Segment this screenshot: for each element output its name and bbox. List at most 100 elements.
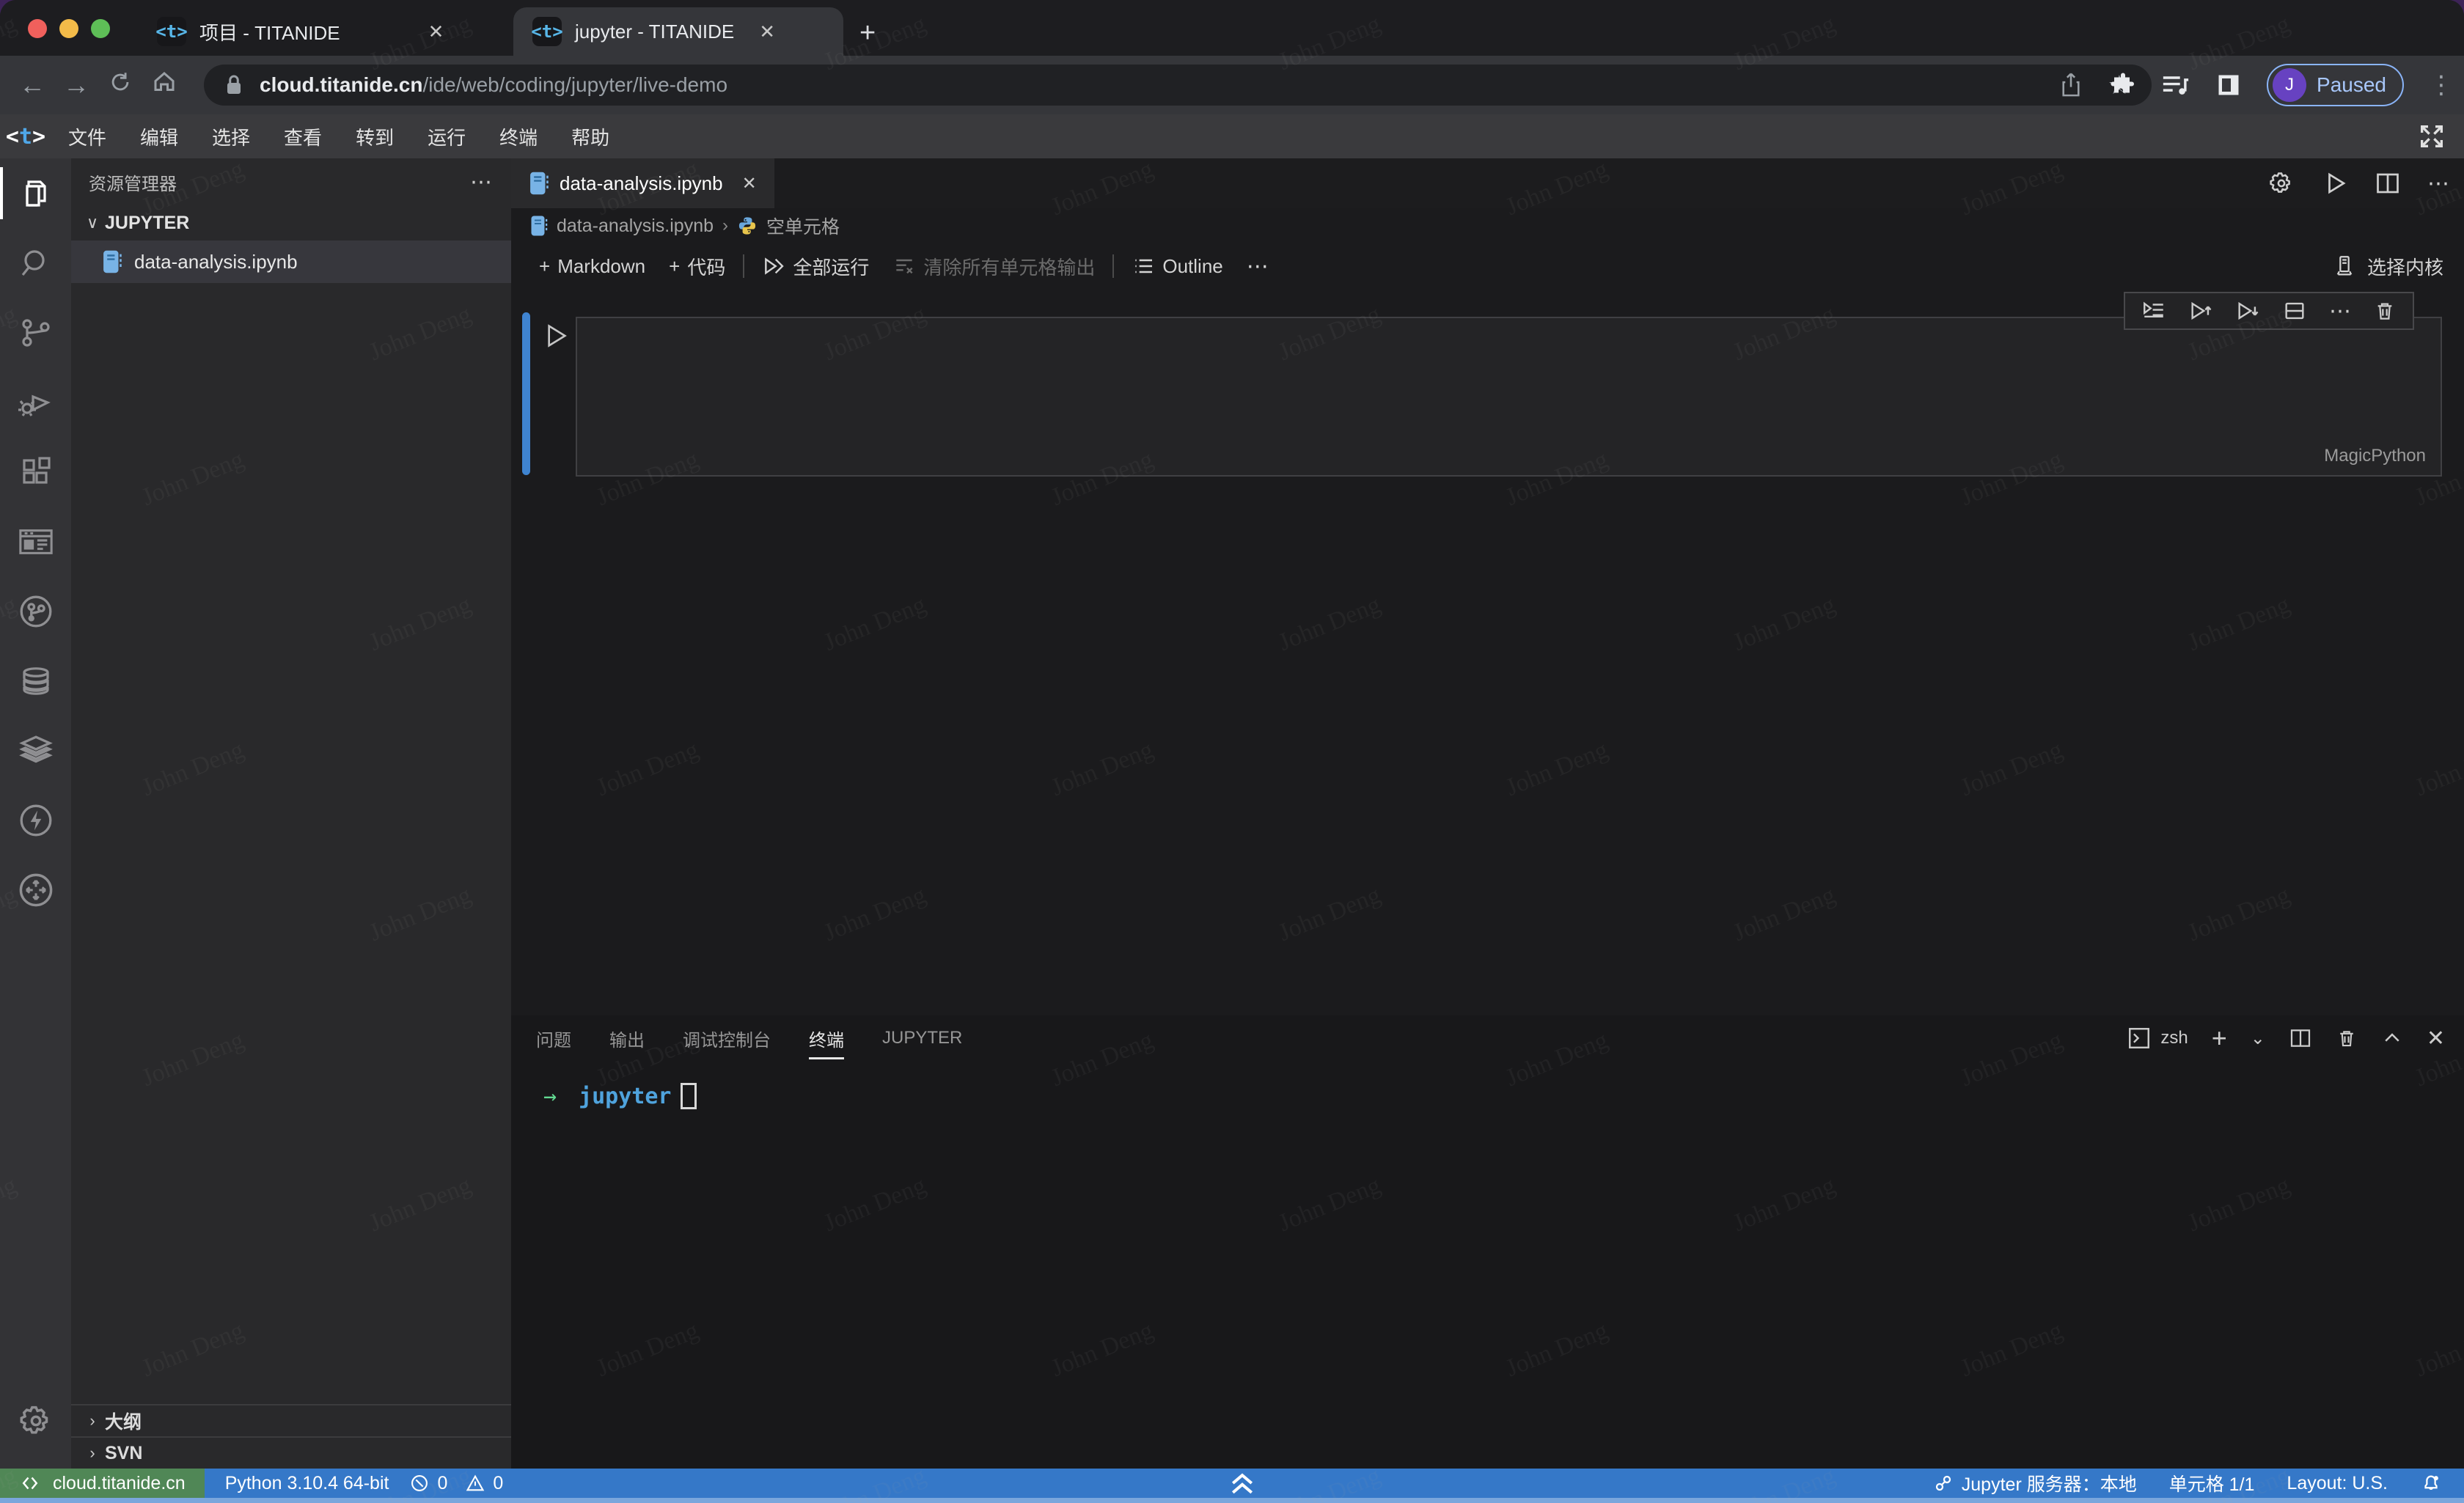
menu-file[interactable]: 文件: [51, 114, 123, 158]
run-below-icon[interactable]: [2235, 298, 2260, 323]
explorer-more-icon[interactable]: ⋯: [470, 169, 494, 195]
terminal-dropdown-icon[interactable]: ⌄: [2251, 1028, 2265, 1049]
editor-tab-notebook[interactable]: data-analysis.ipynb ✕: [511, 158, 774, 208]
activitybar-settings[interactable]: [0, 1386, 71, 1455]
close-tab-icon[interactable]: ✕: [428, 21, 444, 43]
split-editor-icon[interactable]: [2375, 170, 2401, 196]
maximize-panel-icon[interactable]: [2381, 1027, 2403, 1049]
cell-editor[interactable]: MagicPython: [576, 317, 2442, 477]
outline-button[interactable]: Outline: [1120, 243, 1234, 289]
run-above-icon[interactable]: [2188, 298, 2213, 323]
toolbar-more-icon[interactable]: ⋯: [1235, 243, 1280, 289]
remote-indicator[interactable]: cloud.titanide.cn: [0, 1469, 205, 1498]
panel-tab-debug-console[interactable]: 调试控制台: [683, 1015, 771, 1061]
menu-terminal[interactable]: 终端: [483, 114, 554, 158]
panel-tab-jupyter[interactable]: JUPYTER: [882, 1015, 962, 1061]
profile-button[interactable]: J Paused: [2267, 64, 2404, 106]
panel-tab-terminal[interactable]: 终端: [809, 1015, 844, 1061]
menu-help[interactable]: 帮助: [554, 114, 626, 158]
chrome-menu-icon[interactable]: ⋮: [2429, 70, 2454, 100]
browser-tab-jupyter[interactable]: <t> jupyter - TITANIDE ✕: [513, 7, 843, 56]
reload-icon[interactable]: [98, 70, 142, 101]
sidebar-section-outline[interactable]: › 大纲: [71, 1404, 511, 1436]
jupyter-server-indicator[interactable]: Jupyter 服务器：本地: [1932, 1470, 2137, 1496]
home-icon[interactable]: [142, 69, 186, 102]
add-markdown-button[interactable]: +Markdown: [527, 243, 657, 289]
add-code-button[interactable]: +代码: [657, 243, 737, 289]
split-cell-icon[interactable]: [2282, 298, 2307, 323]
button-label: 全部运行: [793, 253, 869, 280]
browser-tab-project[interactable]: <t> 项目 - TITANIDE ✕: [138, 7, 490, 56]
panel-tab-output[interactable]: 输出: [609, 1015, 645, 1061]
plus-icon: +: [539, 255, 550, 278]
activitybar-layers[interactable]: [0, 716, 71, 785]
notebook-settings-gear-icon[interactable]: [2267, 169, 2295, 197]
activitybar-database[interactable]: [0, 646, 71, 716]
share-icon[interactable]: [2059, 72, 2083, 98]
breadcrumb[interactable]: data-analysis.ipynb › 空单元格: [511, 208, 2464, 243]
select-kernel-button[interactable]: 选择内核: [2332, 243, 2443, 289]
panel-hint-chevrons[interactable]: [1226, 1469, 1258, 1498]
terminal-prompt-line[interactable]: → jupyter: [543, 1083, 697, 1109]
layout-panel-icon: [18, 526, 54, 558]
file-name: data-analysis.ipynb: [134, 251, 298, 273]
menu-view[interactable]: 查看: [267, 114, 339, 158]
activitybar-source-control[interactable]: [0, 298, 71, 367]
notifications-bell[interactable]: [2420, 1472, 2442, 1494]
sidebar-section-svn[interactable]: › SVN: [71, 1436, 511, 1469]
thunder-icon: [18, 802, 54, 839]
new-tab-button[interactable]: +: [859, 18, 876, 49]
close-window-button[interactable]: [28, 19, 47, 38]
extensions-puzzle-icon[interactable]: [2110, 72, 2136, 98]
layout-indicator[interactable]: Layout: U.S.: [2287, 1473, 2388, 1494]
close-panel-icon[interactable]: ✕: [2427, 1026, 2445, 1051]
menu-selection[interactable]: 选择: [195, 114, 267, 158]
shell-badge[interactable]: zsh: [2127, 1026, 2188, 1051]
source-control-icon: [18, 315, 54, 350]
panel-tab-problems[interactable]: 问题: [536, 1015, 571, 1061]
zoom-window-button[interactable]: [91, 19, 110, 38]
run-notebook-icon[interactable]: [2322, 170, 2348, 196]
python-version[interactable]: Python 3.10.4 64-bit: [225, 1473, 389, 1494]
kill-terminal-icon[interactable]: [2336, 1026, 2358, 1050]
back-icon[interactable]: ←: [10, 70, 54, 100]
traffic-lights[interactable]: [28, 19, 110, 38]
split-terminal-icon[interactable]: [2289, 1026, 2312, 1050]
arrows-spread-icon: [17, 871, 55, 909]
delete-cell-icon[interactable]: [2373, 298, 2397, 323]
breadcrumb-cell[interactable]: 空单元格: [766, 213, 840, 239]
address-bar[interactable]: cloud.titanide.cn/ide/web/coding/jupyter…: [204, 65, 2152, 106]
activitybar-explorer[interactable]: [0, 158, 71, 228]
editor-more-icon[interactable]: ⋯: [2427, 171, 2449, 196]
cell-indicator[interactable]: 单元格 1/1: [2169, 1470, 2255, 1496]
menu-edit[interactable]: 编辑: [123, 114, 195, 158]
forward-icon[interactable]: →: [54, 70, 98, 100]
activitybar-search[interactable]: [0, 228, 71, 298]
activitybar-spread[interactable]: [0, 855, 71, 925]
close-editor-tab-icon[interactable]: ✕: [742, 173, 757, 194]
new-terminal-icon[interactable]: +: [2212, 1023, 2227, 1054]
cell-more-icon[interactable]: ⋯: [2329, 298, 2351, 324]
sidebar-toggle-icon[interactable]: [2215, 72, 2242, 98]
run-all-button[interactable]: 全部运行: [750, 243, 881, 289]
media-controls-icon[interactable]: [2161, 72, 2190, 98]
activitybar-thunder[interactable]: [0, 785, 71, 855]
menu-run[interactable]: 运行: [411, 114, 483, 158]
breadcrumb-file[interactable]: data-analysis.ipynb: [557, 216, 714, 237]
cell-language-indicator[interactable]: MagicPython: [2324, 446, 2426, 466]
activitybar-remote-hub[interactable]: [0, 576, 71, 646]
problems-summary[interactable]: 0 0: [409, 1473, 503, 1494]
remote-hub-icon: [18, 593, 54, 630]
fullscreen-icon[interactable]: [2417, 122, 2446, 151]
explorer-section-jupyter[interactable]: ∨ JUPYTER: [71, 205, 511, 240]
menu-goto[interactable]: 转到: [339, 114, 411, 158]
activitybar-run-debug[interactable]: [0, 367, 71, 437]
activitybar-layout-panel[interactable]: [0, 507, 71, 576]
run-cell-icon[interactable]: [540, 321, 570, 350]
titanide-favicon: <t>: [157, 17, 186, 46]
file-item-notebook[interactable]: data-analysis.ipynb: [71, 240, 511, 283]
close-tab-icon[interactable]: ✕: [759, 21, 775, 43]
execute-cell-and-below-icon[interactable]: [2141, 298, 2166, 323]
activitybar-extensions[interactable]: [0, 437, 71, 507]
minimize-window-button[interactable]: [59, 19, 78, 38]
